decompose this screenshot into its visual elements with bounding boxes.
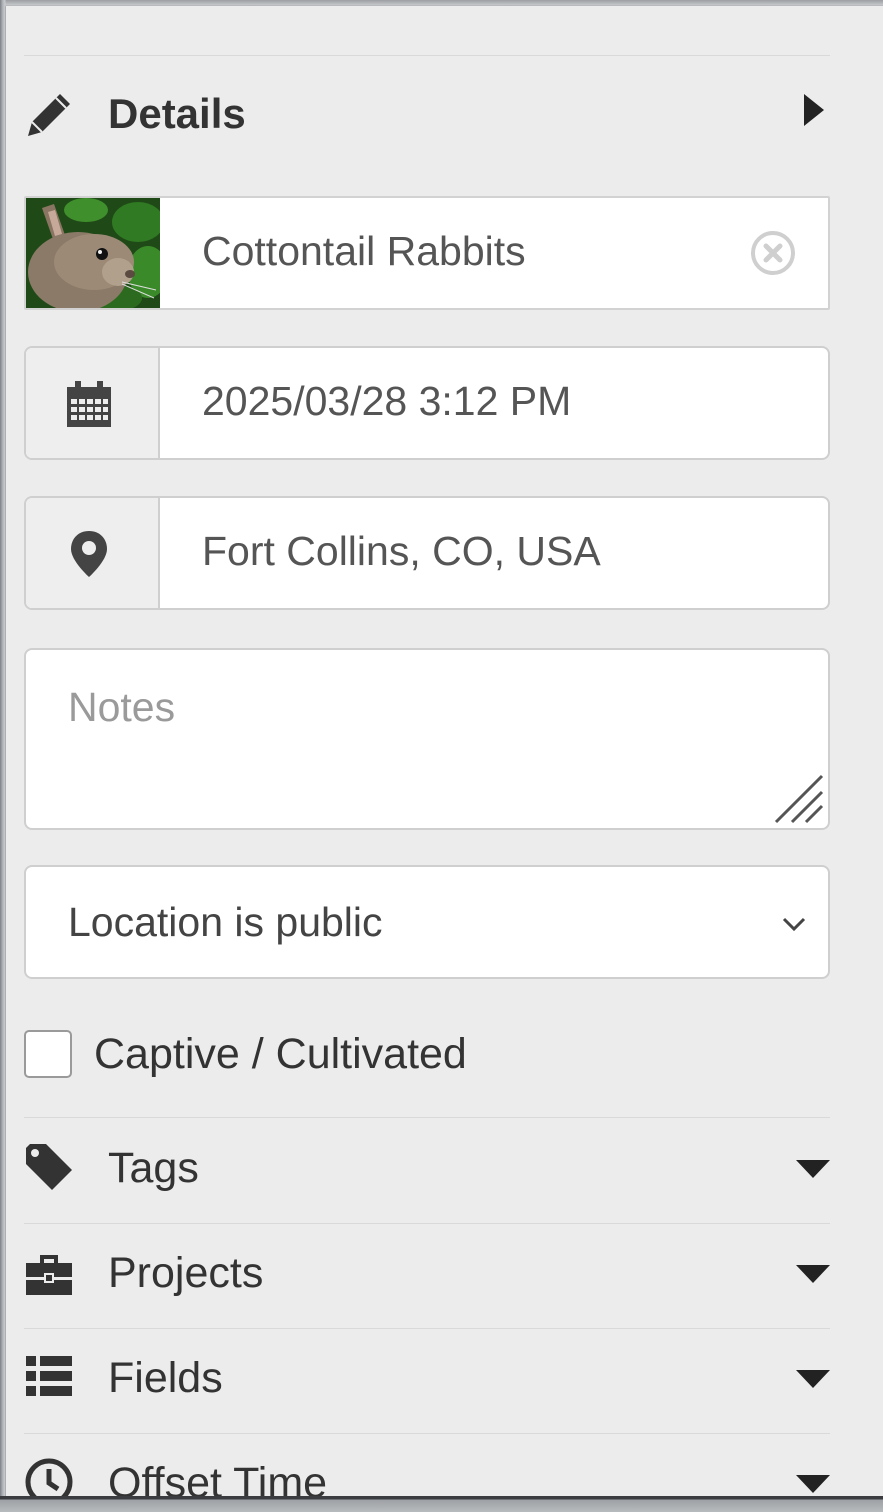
date-value: 2025/03/28 3:12 PM bbox=[202, 378, 572, 424]
fields-section-header[interactable]: Fields bbox=[24, 1330, 830, 1434]
tags-section-header[interactable]: Tags bbox=[24, 1120, 830, 1224]
tags-label: Tags bbox=[108, 1144, 199, 1192]
species-field[interactable]: Cottontail Rabbits bbox=[24, 196, 830, 310]
clock-icon bbox=[25, 1458, 73, 1496]
date-time-field[interactable]: 2025/03/28 3:12 PM bbox=[24, 346, 830, 460]
geoprivacy-select[interactable]: Location is public bbox=[24, 865, 830, 979]
projects-label: Projects bbox=[108, 1249, 264, 1297]
details-title: Details bbox=[108, 90, 246, 137]
projects-section-header[interactable]: Projects bbox=[24, 1225, 830, 1329]
captive-label: Captive / Cultivated bbox=[94, 1030, 467, 1078]
divider bbox=[24, 55, 830, 56]
notes-textarea[interactable]: Notes bbox=[24, 648, 830, 830]
list-icon bbox=[26, 1356, 72, 1396]
resize-grip-icon[interactable] bbox=[774, 774, 824, 824]
caret-down-icon bbox=[796, 1265, 830, 1283]
calendar-icon bbox=[67, 381, 111, 427]
tag-icon bbox=[26, 1144, 72, 1190]
clear-circle-icon[interactable] bbox=[750, 230, 796, 276]
divider bbox=[24, 1117, 830, 1118]
date-addon bbox=[26, 348, 160, 458]
location-value: Fort Collins, CO, USA bbox=[202, 528, 601, 574]
caret-down-icon bbox=[796, 1370, 830, 1388]
details-section-header[interactable]: Details bbox=[24, 78, 830, 144]
checkbox[interactable] bbox=[24, 1030, 72, 1078]
window-bottom-edge bbox=[0, 1496, 883, 1512]
divider bbox=[24, 1328, 830, 1329]
species-name: Cottontail Rabbits bbox=[202, 228, 526, 274]
caret-down-icon bbox=[796, 1160, 830, 1178]
rabbit-thumbnail bbox=[26, 198, 160, 308]
fields-label: Fields bbox=[108, 1354, 223, 1402]
divider bbox=[24, 1433, 830, 1434]
pencil-icon bbox=[28, 94, 70, 136]
location-field[interactable]: Fort Collins, CO, USA bbox=[24, 496, 830, 610]
geoprivacy-selected: Location is public bbox=[68, 899, 383, 945]
briefcase-icon bbox=[26, 1255, 72, 1295]
location-addon bbox=[26, 498, 160, 608]
offset-time-section-header[interactable]: Offset Time bbox=[24, 1435, 830, 1496]
map-marker-icon bbox=[71, 531, 107, 577]
caret-right-icon bbox=[804, 94, 824, 126]
offset-time-label: Offset Time bbox=[108, 1459, 328, 1496]
divider bbox=[24, 1223, 830, 1224]
observation-details-panel: Details Cottontail Rabbits 2025/03/28 3:… bbox=[6, 6, 883, 1496]
chevron-down-icon bbox=[782, 917, 806, 932]
notes-placeholder: Notes bbox=[68, 684, 176, 730]
caret-down-icon bbox=[796, 1475, 830, 1493]
captive-cultivated-checkbox[interactable]: Captive / Cultivated bbox=[24, 1026, 724, 1086]
